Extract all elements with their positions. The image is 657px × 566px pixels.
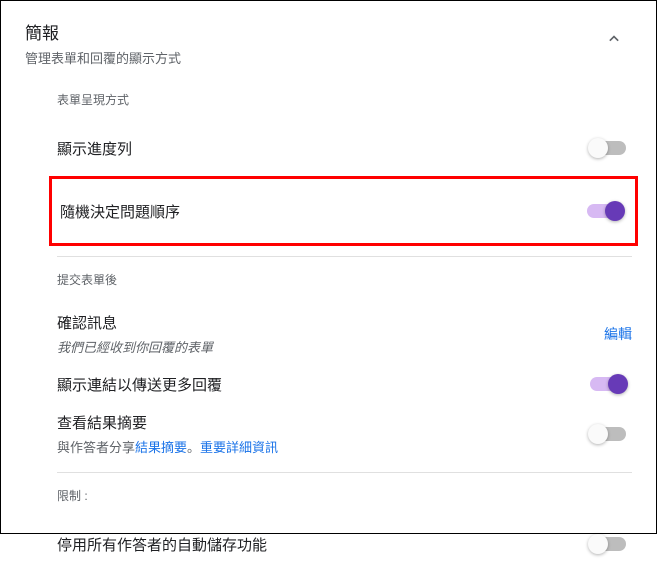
summary-desc: 與作答者分享結果摘要。重要詳細資訊 [57,437,278,456]
group-label-submit: 提交表單後 [57,271,632,288]
chevron-up-icon [604,29,624,49]
group-label-form: 表單呈現方式 [57,91,632,108]
highlight-shuffle: 隨機決定問題順序 [49,176,638,246]
section-header-text: 簡報 管理表單和回覆的顯示方式 [25,19,181,67]
summary-link-2[interactable]: 重要詳細資訊 [200,440,278,455]
section-subtitle: 管理表單和回覆的顯示方式 [25,48,181,67]
row-progress: 顯示進度列 [57,126,632,170]
progress-toggle[interactable] [590,141,626,155]
another-title: 顯示連結以傳送更多回覆 [57,374,222,395]
autosave-title: 停用所有作答者的自動儲存功能 [57,534,267,555]
row-another: 顯示連結以傳送更多回覆 [57,362,632,406]
autosave-toggle[interactable] [590,537,626,551]
confirm-edit-button[interactable]: 編輯 [604,324,632,344]
divider [57,256,632,257]
group-label-restrict: 限制 : [57,487,632,504]
section-header: 簡報 管理表單和回覆的顯示方式 [25,19,632,67]
shuffle-toggle[interactable] [587,204,623,218]
summary-link-1[interactable]: 結果摘要 [135,440,187,455]
confirm-desc: 我們已經收到你回覆的表單 [57,337,213,356]
summary-period: 。 [187,440,200,455]
another-toggle[interactable] [590,377,626,391]
progress-title: 顯示進度列 [57,138,132,159]
shuffle-title: 隨機決定問題順序 [60,201,180,222]
summary-desc-prefix: 與作答者分享 [57,440,135,455]
row-summary: 查看結果摘要 與作答者分享結果摘要。重要詳細資訊 [57,406,632,462]
divider [57,472,632,473]
summary-title: 查看結果摘要 [57,412,278,433]
section-title: 簡報 [25,19,181,44]
row-shuffle: 隨機決定問題順序 [60,189,629,233]
confirm-title: 確認訊息 [57,312,213,333]
summary-toggle[interactable] [590,427,626,441]
row-autosave: 停用所有作答者的自動儲存功能 [57,522,632,566]
row-confirm: 確認訊息 我們已經收到你回覆的表單 編輯 [57,306,632,362]
collapse-button[interactable] [596,21,632,57]
